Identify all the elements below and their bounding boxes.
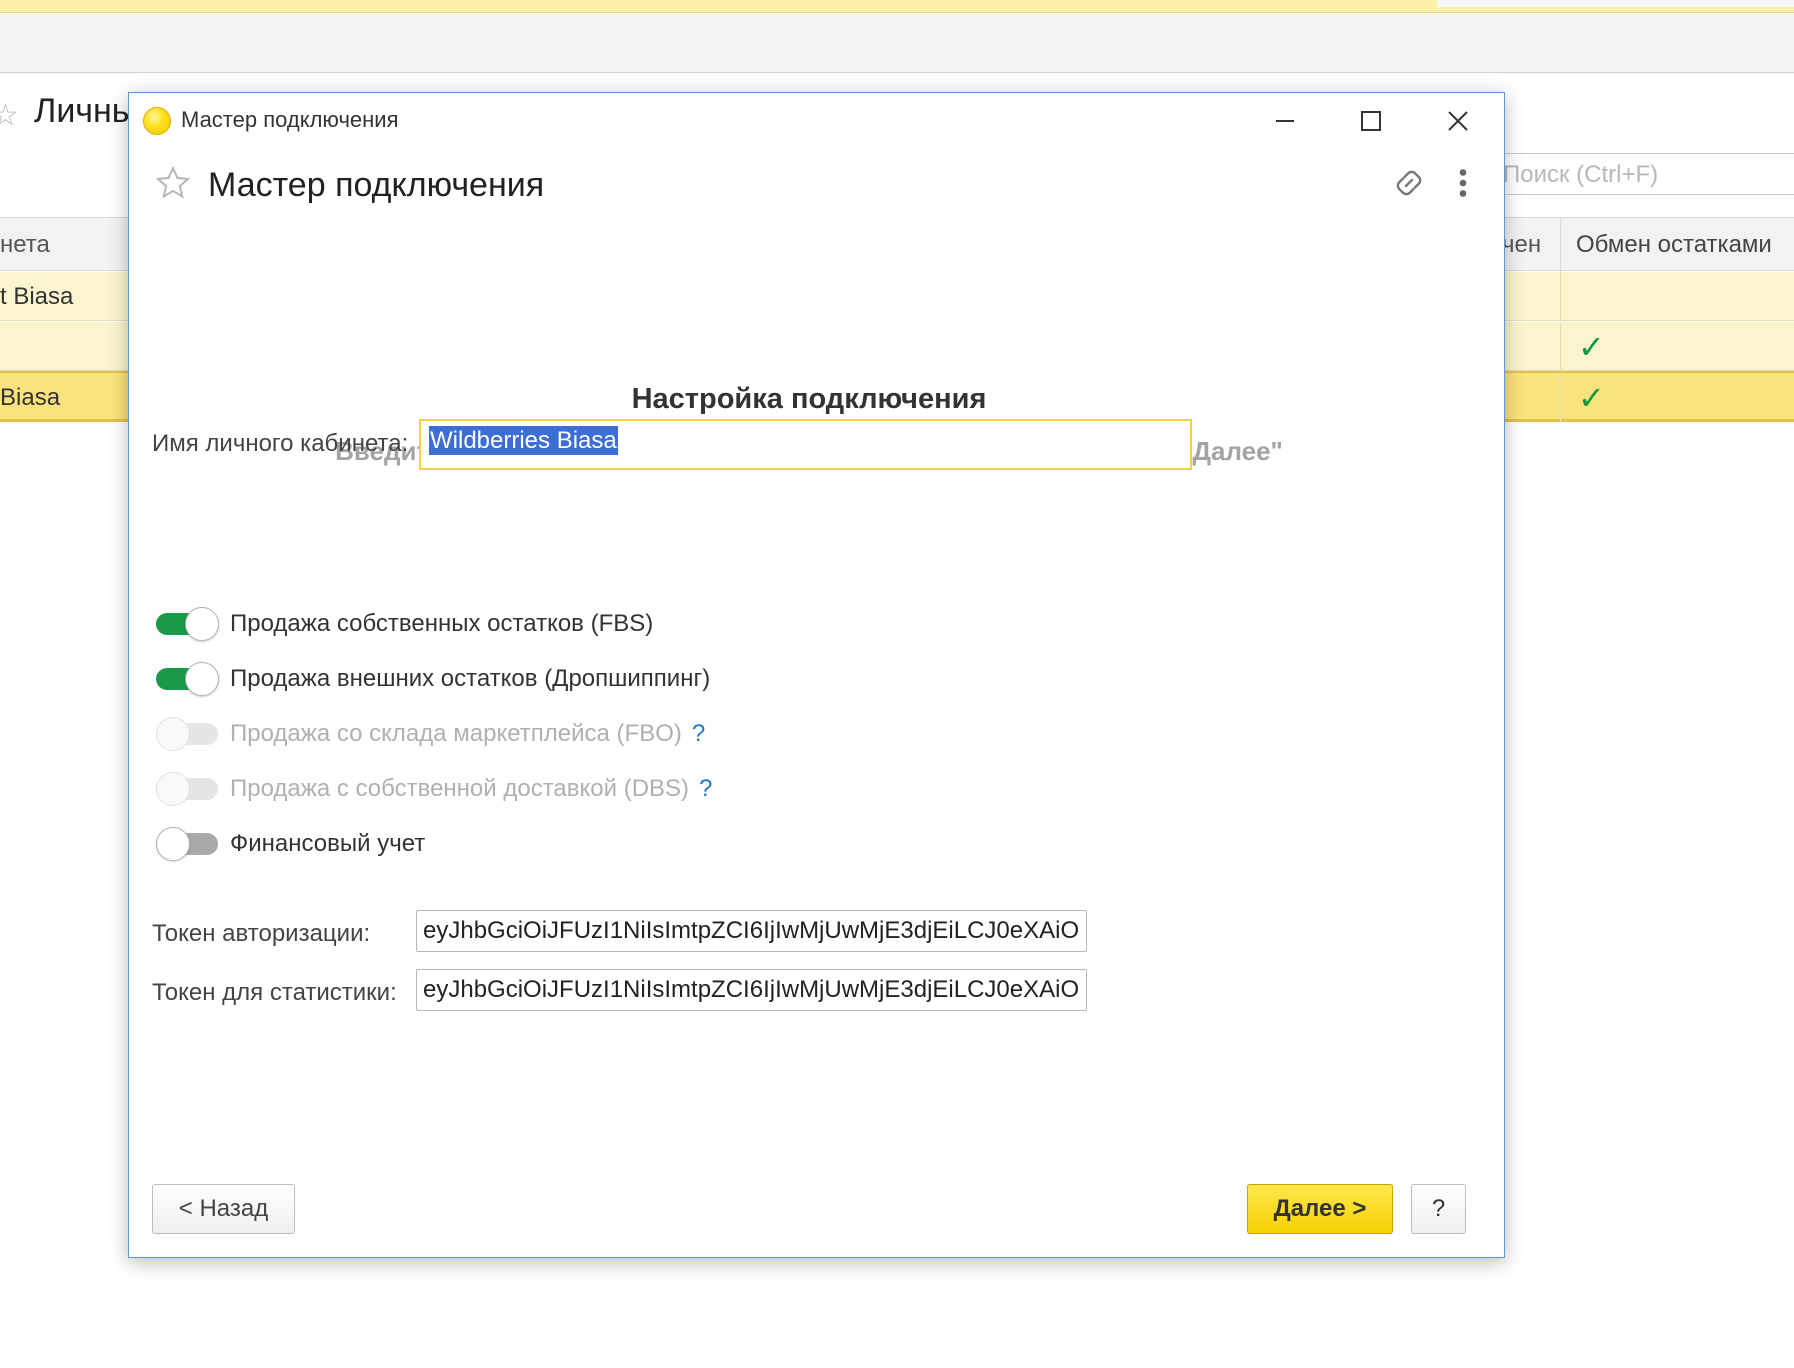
app-logo-icon (143, 107, 171, 135)
stats-token-input[interactable]: eyJhbGciOiJFUzI1NiIsImtpZCI6IjIwMjUwMjE3… (416, 969, 1087, 1011)
link-icon[interactable] (1391, 165, 1427, 201)
auth-token-label: Токен авторизации: (152, 920, 371, 947)
column-header-stock-exchange[interactable]: Обмен остатками (1576, 231, 1772, 259)
favorite-star-icon[interactable] (155, 165, 191, 201)
toggle-dbs-label: Продажа с собственной доставкой (DBS)? (230, 775, 712, 803)
column-header-partial[interactable]: чен (1502, 231, 1541, 259)
checkmark-icon: ✓ (1578, 380, 1605, 416)
table-cell-name: Biasa (0, 384, 61, 411)
auth-token-input[interactable]: eyJhbGciOiJFUzI1NiIsImtpZCI6IjIwMjUwMjE3… (416, 910, 1087, 952)
connection-wizard-dialog: Мастер подключения Мастер подключения На… (128, 92, 1505, 1258)
column-divider (1560, 373, 1561, 422)
help-link-dbs[interactable]: ? (699, 775, 712, 802)
toggle-dbs[interactable] (156, 772, 219, 806)
favorite-star-icon[interactable]: ☆ (0, 98, 19, 133)
checkmark-icon: ✓ (1578, 329, 1605, 365)
search-input[interactable]: Поиск (Ctrl+F) (1490, 153, 1794, 195)
table-cell-name: t Biasa (0, 283, 74, 310)
account-name-label: Имя личного кабинета: (152, 430, 409, 457)
toggle-dropshipping-label: Продажа внешних остатков (Дропшиппинг) (230, 665, 711, 692)
column-divider (1560, 272, 1561, 321)
window-title: Мастер подключения (181, 107, 399, 132)
section-heading: Настройка подключения (631, 383, 987, 415)
dialog-titlebar[interactable]: Мастер подключения (129, 93, 1504, 149)
background-page-title: Личнь (34, 92, 130, 130)
column-divider (1560, 218, 1561, 272)
maximize-button[interactable] (1341, 99, 1401, 143)
toggle-finance[interactable] (156, 827, 219, 861)
toggle-fbo-label: Продажа со склада маркетплейса (FBO)? (230, 720, 705, 748)
maximize-icon (1361, 111, 1381, 131)
close-button[interactable] (1428, 99, 1488, 143)
column-header-name[interactable]: нета (0, 231, 50, 259)
back-button[interactable]: < Назад (152, 1184, 295, 1234)
column-divider (1560, 322, 1561, 371)
dialog-title: Мастер подключения (208, 166, 545, 204)
help-button[interactable]: ? (1411, 1184, 1466, 1234)
stats-token-label: Токен для статистики: (152, 979, 397, 1006)
toggle-fbs[interactable] (156, 607, 219, 641)
toggle-dropshipping[interactable] (156, 662, 219, 696)
toggle-fbs-label: Продажа собственных остатков (FBS) (230, 610, 654, 637)
toggle-finance-label: Финансовый учет (230, 830, 426, 857)
top-banner-right (1437, 0, 1794, 7)
minimize-icon (1276, 120, 1294, 122)
minimize-button[interactable] (1255, 99, 1315, 143)
toggle-dbs-text: Продажа с собственной доставкой (DBS) (230, 775, 690, 802)
more-options-icon[interactable] (1451, 165, 1475, 201)
close-icon (1448, 111, 1468, 131)
toggle-fbo[interactable] (156, 717, 219, 751)
account-name-value: Wildberries Biasa (429, 426, 618, 455)
account-name-input[interactable]: Wildberries Biasa (419, 419, 1192, 470)
app-toolbar (0, 13, 1794, 73)
help-link-fbo[interactable]: ? (692, 720, 705, 747)
next-button[interactable]: Далее > (1247, 1184, 1393, 1234)
toggle-fbo-text: Продажа со склада маркетплейса (FBO) (230, 720, 682, 747)
